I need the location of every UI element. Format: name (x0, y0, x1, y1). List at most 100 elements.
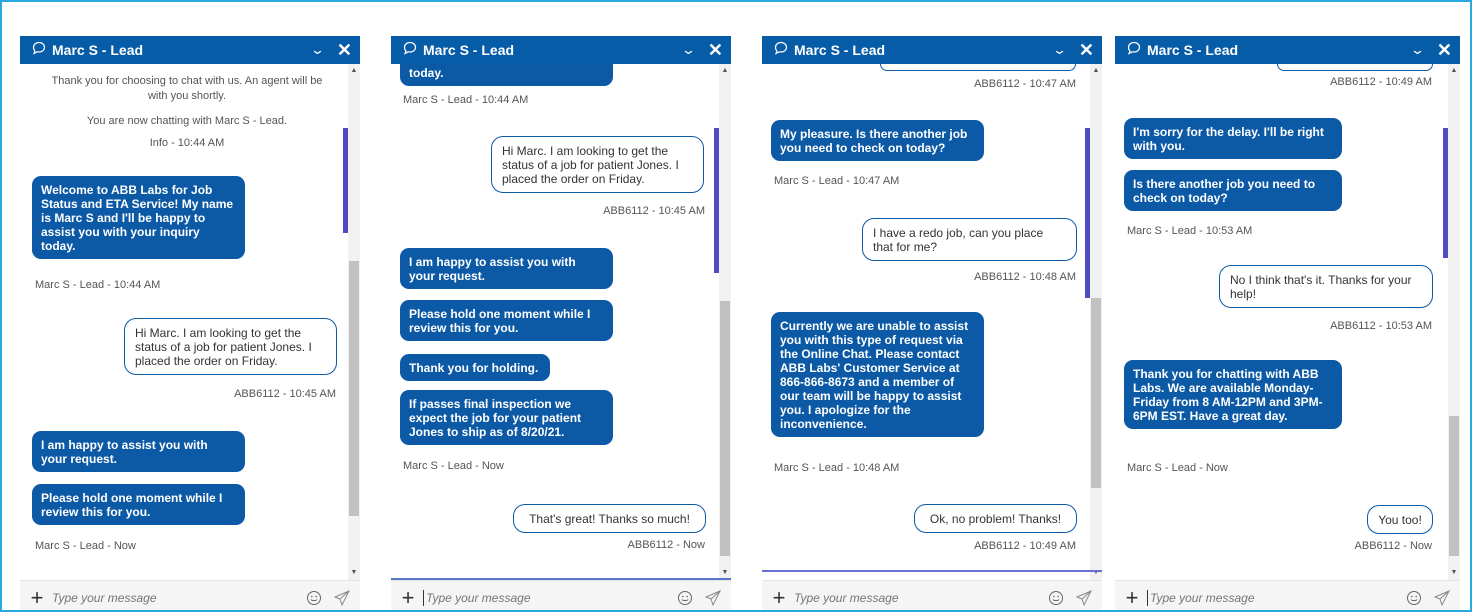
scrollbar-thumb[interactable] (1449, 416, 1459, 556)
paper-plane-icon[interactable] (703, 588, 723, 608)
text-cursor (423, 589, 424, 606)
minimize-button[interactable]: ⌄ (310, 42, 325, 58)
composer-focus-line (762, 570, 1102, 572)
message-input[interactable] (426, 586, 675, 609)
scrollbar-thumb[interactable] (720, 301, 730, 556)
chat-title: Marc S - Lead (52, 42, 144, 58)
message-input[interactable] (794, 586, 1046, 609)
chat-window-2: Marc S - Lead ⌄ ✕ today. Marc S - Lead -… (391, 36, 731, 610)
customer-message: Hi Marc. I am looking to get the status … (124, 318, 337, 375)
chat-title: Marc S - Lead (794, 42, 886, 58)
paper-plane-icon[interactable] (1432, 588, 1452, 608)
agent-message: Please hold one moment while I review th… (400, 300, 613, 341)
chat-title: Marc S - Lead (1147, 42, 1239, 58)
customer-message: You too! (1367, 505, 1433, 534)
smiley-icon[interactable] (1046, 588, 1066, 608)
customer-message: No I think that's it. Thanks for your he… (1219, 265, 1433, 308)
add-attachment-button[interactable]: + (764, 586, 794, 609)
scroll-up-arrow-icon[interactable]: ▲ (1449, 67, 1459, 75)
message-meta: ABB6112 - 10:49 AM (974, 540, 1076, 552)
agent-message-partial: today. (400, 64, 613, 86)
chat-title: Marc S - Lead (423, 42, 515, 58)
message-meta: Marc S - Lead - 10:44 AM (35, 279, 161, 291)
chat-header: Marc S - Lead ⌄ ✕ (1115, 36, 1460, 64)
agent-message: Welcome to ABB Labs for Job Status and E… (32, 176, 245, 259)
scroll-down-arrow-icon[interactable]: ▼ (720, 569, 730, 577)
customer-message-partial (880, 64, 1076, 71)
customer-message: I have a redo job, can you place that fo… (862, 218, 1077, 261)
message-list: ABB6112 - 10:49 AM I'm sorry for the del… (1115, 64, 1460, 580)
scrollbar[interactable]: ▲ ▼ (1448, 64, 1460, 580)
agent-message: Please hold one moment while I review th… (32, 484, 245, 525)
close-button[interactable]: ✕ (337, 41, 352, 59)
scrollbar[interactable]: ▲ ▼ (1090, 64, 1102, 580)
scroll-up-arrow-icon[interactable]: ▲ (1091, 67, 1101, 75)
message-input[interactable] (1150, 586, 1404, 609)
message-meta: Marc S - Lead - Now (1127, 462, 1228, 474)
scroll-down-arrow-icon[interactable]: ▼ (1449, 569, 1459, 577)
speech-bubble-icon (774, 41, 788, 60)
scrollbar[interactable]: ▲ ▼ (348, 64, 360, 580)
message-input[interactable] (52, 586, 304, 609)
system-message: You are now chatting with Marc S - Lead. (86, 115, 288, 127)
agent-message: If passes final inspection we expect the… (400, 390, 613, 445)
close-button[interactable]: ✕ (708, 41, 723, 59)
chat-header: Marc S - Lead ⌄ ✕ (20, 36, 360, 64)
chat-window-4: Marc S - Lead ⌄ ✕ ABB6112 - 10:49 AM I'm… (1115, 36, 1460, 610)
minimize-button[interactable]: ⌄ (1410, 42, 1425, 58)
scrollbar-thumb[interactable] (349, 261, 359, 516)
agent-message: Currently we are unable to assist you wi… (771, 312, 984, 437)
text-cursor (1147, 589, 1148, 606)
customer-message: That's great! Thanks so much! (513, 504, 706, 533)
message-meta: Marc S - Lead - 10:44 AM (403, 94, 529, 106)
paper-plane-icon[interactable] (1074, 588, 1094, 608)
message-meta: Marc S - Lead - Now (403, 460, 504, 472)
chat-window-3: Marc S - Lead ⌄ ✕ ABB6112 - 10:47 AM My … (762, 36, 1102, 610)
minimize-button[interactable]: ⌄ (681, 42, 696, 58)
chat-header: Marc S - Lead ⌄ ✕ (391, 36, 731, 64)
smiley-icon[interactable] (1404, 588, 1424, 608)
message-meta: ABB6112 - 10:45 AM (603, 205, 705, 217)
agent-message: My pleasure. Is there another job you ne… (771, 120, 984, 161)
agent-message: I'm sorry for the delay. I'll be right w… (1124, 118, 1342, 159)
add-attachment-button[interactable]: + (1117, 586, 1147, 609)
close-button[interactable]: ✕ (1079, 41, 1094, 59)
composer: + (1115, 580, 1460, 610)
minimize-button[interactable]: ⌄ (1052, 42, 1067, 58)
chat-window-1: Marc S - Lead ⌄ ✕ Thank you for choosing… (20, 36, 360, 610)
composer: + (762, 580, 1102, 610)
close-button[interactable]: ✕ (1437, 41, 1452, 59)
message-meta: ABB6112 - Now (1354, 540, 1432, 552)
customer-message-partial (1277, 64, 1433, 71)
add-attachment-button[interactable]: + (22, 586, 52, 609)
message-list: ABB6112 - 10:47 AM My pleasure. Is there… (762, 64, 1102, 580)
scrollbar-thumb[interactable] (1091, 298, 1101, 488)
speech-bubble-icon (403, 41, 417, 60)
message-meta: Marc S - Lead - 10:48 AM (774, 462, 900, 474)
agent-message: Is there another job you need to check o… (1124, 170, 1342, 211)
message-list: Thank you for choosing to chat with us. … (20, 64, 360, 580)
scroll-up-arrow-icon[interactable]: ▲ (349, 67, 359, 75)
system-message: Thank you for choosing to chat with us. … (51, 75, 323, 102)
scrollbar[interactable]: ▲ ▼ (719, 64, 731, 580)
message-meta: ABB6112 - Now (627, 539, 705, 551)
scroll-up-arrow-icon[interactable]: ▲ (720, 67, 730, 75)
message-meta: ABB6112 - 10:45 AM (234, 388, 336, 400)
agent-message: Thank you for chatting with ABB Labs. We… (1124, 360, 1342, 429)
add-attachment-button[interactable]: + (393, 586, 423, 609)
paper-plane-icon[interactable] (332, 588, 352, 608)
customer-message: Ok, no problem! Thanks! (914, 504, 1077, 533)
smiley-icon[interactable] (675, 588, 695, 608)
speech-bubble-icon (1127, 41, 1141, 60)
message-list: today. Marc S - Lead - 10:44 AM Hi Marc.… (391, 64, 731, 580)
smiley-icon[interactable] (304, 588, 324, 608)
composer: + (20, 580, 360, 610)
chat-header: Marc S - Lead ⌄ ✕ (762, 36, 1102, 64)
message-meta: ABB6112 - 10:47 AM (974, 78, 1076, 90)
message-meta: ABB6112 - 10:48 AM (974, 271, 1076, 283)
scroll-down-arrow-icon[interactable]: ▼ (349, 569, 359, 577)
agent-message: I am happy to assist you with your reque… (400, 248, 613, 289)
composer: + (391, 580, 731, 610)
screenshot-frame: Marc S - Lead ⌄ ✕ Thank you for choosing… (0, 0, 1472, 612)
speech-bubble-icon (32, 41, 46, 60)
